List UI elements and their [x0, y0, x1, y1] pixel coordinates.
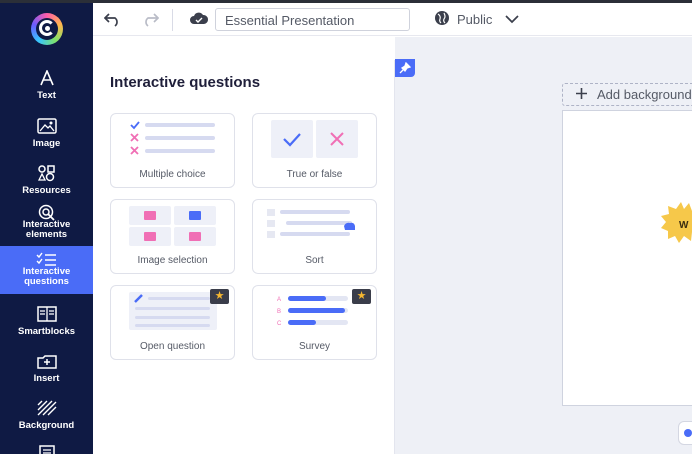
- left-toolbar: Text Image Resources Interactive elements…: [0, 3, 93, 454]
- premium-star-icon: ★: [210, 289, 229, 304]
- premium-star-icon: ★: [352, 289, 371, 304]
- image-icon: [0, 118, 93, 134]
- text-icon: [0, 70, 93, 86]
- rail-item-interactive-questions[interactable]: Interactive questions: [0, 246, 93, 294]
- rail-item-interactive-elements[interactable]: Interactive elements: [0, 199, 93, 247]
- rail-item-smartblocks[interactable]: Smartblocks: [0, 300, 93, 348]
- rail-item-image[interactable]: Image: [0, 112, 93, 160]
- visibility-dropdown[interactable]: Public: [434, 9, 520, 29]
- starburst-sticker[interactable]: W: [659, 201, 692, 245]
- help-chat-button[interactable]: [678, 421, 692, 445]
- top-bar: Essential Presentation Public: [93, 3, 692, 36]
- panel-title: Interactive questions: [110, 74, 261, 91]
- toolbar-divider: [172, 9, 173, 31]
- add-background-label: Add background: [597, 87, 692, 102]
- chevron-down-icon: [505, 12, 520, 27]
- rail-item-background[interactable]: Background: [0, 394, 93, 442]
- svg-text:B: B: [277, 309, 281, 315]
- document-icon: [0, 444, 93, 454]
- rail-item-label: Background: [18, 420, 75, 431]
- visibility-label: Public: [457, 11, 493, 27]
- svg-text:A: A: [277, 297, 281, 303]
- cloud-saved-icon: [189, 11, 209, 27]
- rail-item-label: Interactive elements: [22, 219, 71, 240]
- card-label: Open question: [139, 341, 206, 352]
- rail-item-label: Smartblocks: [17, 326, 76, 337]
- card-survey[interactable]: A B C ★ Survey: [252, 285, 377, 360]
- background-icon: [0, 400, 93, 416]
- card-sort[interactable]: Sort: [252, 199, 377, 274]
- sort-illustration: [253, 200, 376, 252]
- svg-text:C: C: [277, 321, 282, 327]
- rail-item-label: Interactive questions: [22, 266, 71, 287]
- card-label: Image selection: [137, 255, 208, 266]
- card-label: Survey: [298, 341, 331, 352]
- resources-icon: [0, 165, 93, 182]
- app-logo[interactable]: [0, 3, 93, 55]
- multiple-choice-illustration: [111, 114, 234, 166]
- presentation-title-input[interactable]: Essential Presentation: [215, 8, 410, 31]
- starburst-text: W: [679, 220, 689, 231]
- rail-item-label: Image: [32, 138, 61, 149]
- slide-canvas-area: Add background W: [395, 37, 692, 454]
- rail-item-text[interactable]: Text: [0, 64, 93, 112]
- redo-icon[interactable]: [141, 11, 160, 27]
- card-image-selection[interactable]: Image selection: [110, 199, 235, 274]
- plus-icon: [575, 87, 588, 103]
- card-multiple-choice[interactable]: Multiple choice: [110, 113, 235, 188]
- card-true-or-false[interactable]: True or false: [252, 113, 377, 188]
- interactive-questions-panel: Interactive questions Multiple choice Tr…: [93, 60, 395, 454]
- pin-panel-icon[interactable]: [395, 59, 415, 77]
- slide-preview[interactable]: W: [562, 110, 692, 406]
- rail-item-insert[interactable]: Insert: [0, 347, 93, 395]
- card-label: True or false: [286, 169, 343, 180]
- card-label: Sort: [305, 255, 324, 266]
- rail-item-label: Resources: [22, 185, 71, 196]
- image-selection-illustration: [111, 200, 234, 252]
- rail-item-label: Insert: [33, 373, 60, 384]
- rail-item-label: Text: [37, 90, 56, 101]
- true-or-false-illustration: [253, 114, 376, 166]
- rail-item-more[interactable]: [0, 440, 93, 454]
- undo-icon[interactable]: [103, 11, 122, 27]
- card-open-question[interactable]: ★ Open question: [110, 285, 235, 360]
- add-background-button[interactable]: Add background: [562, 83, 692, 106]
- insert-icon: [0, 353, 93, 369]
- smartblocks-icon: [0, 306, 93, 322]
- card-label: Multiple choice: [139, 169, 206, 180]
- globe-icon: [434, 10, 450, 29]
